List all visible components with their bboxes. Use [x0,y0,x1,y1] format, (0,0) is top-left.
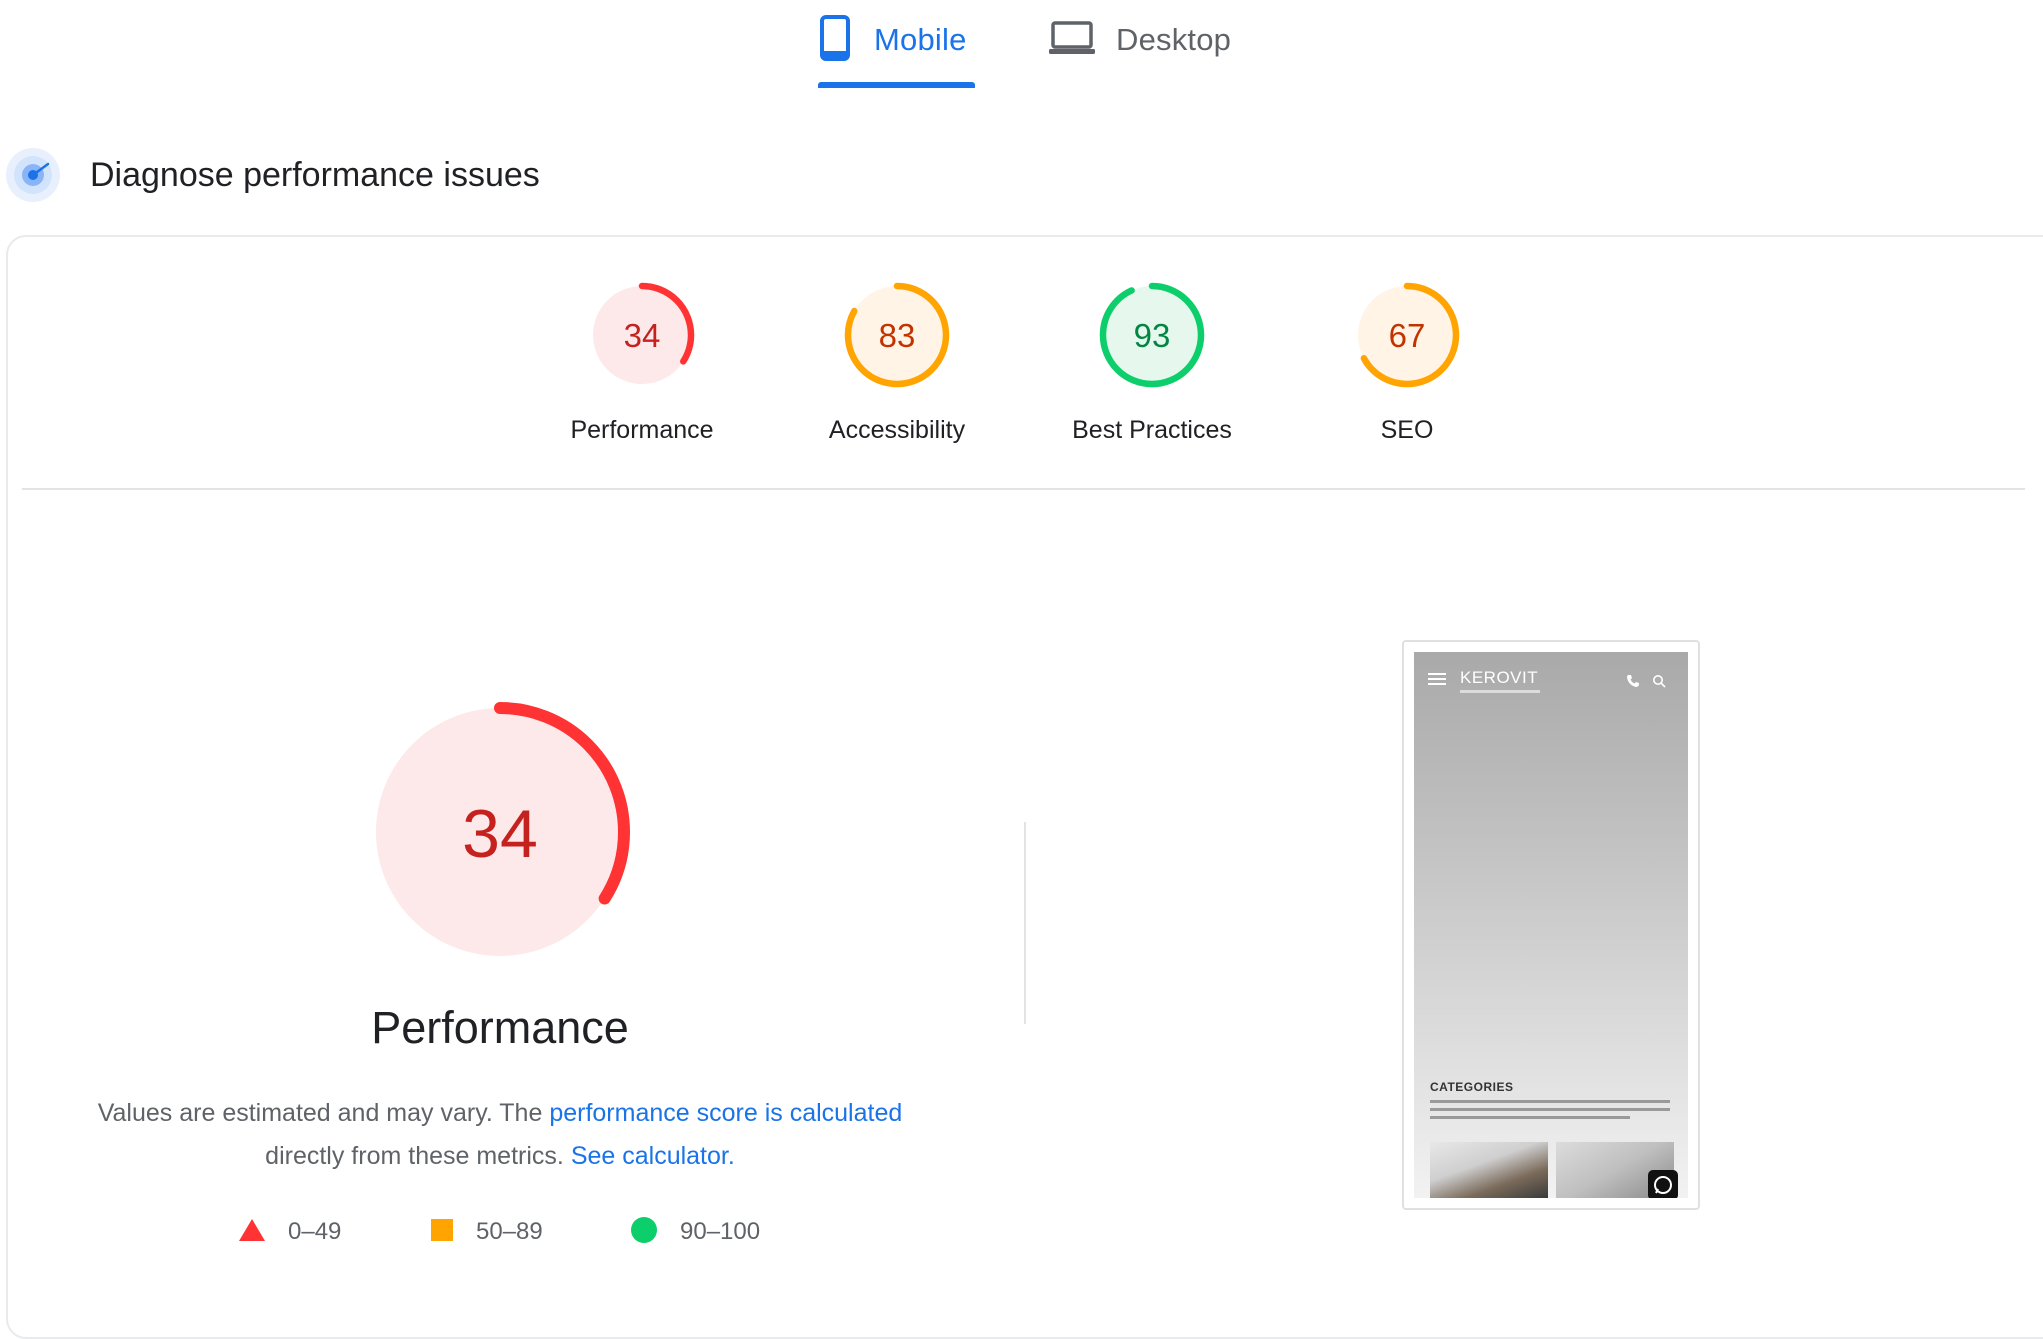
gauge-accessibility-ring: 83 [844,282,950,388]
see-calculator-link[interactable]: See calculator. [571,1142,735,1170]
phone-icon [1626,674,1640,693]
gauge-best-practices-ring: 93 [1099,282,1205,388]
gauge-seo-label: SEO [1380,416,1434,444]
circle-icon [630,1216,658,1249]
screenshot-image: KEROVIT CATEGORIES [1414,652,1688,1198]
whatsapp-icon [1648,1170,1678,1198]
legend-pass-range: 90–100 [680,1218,761,1245]
gauge-performance-ring: 34 [589,282,695,388]
gauge-best-practices-label: Best Practices [1072,416,1232,444]
legend-fail-range: 0–49 [288,1218,342,1245]
score-calculated-link[interactable]: performance score is calculated [549,1099,902,1127]
triangle-icon [238,1217,266,1248]
gauge-performance[interactable]: 34 Performance [532,280,752,445]
tab-desktop[interactable]: Desktop [1048,12,1231,68]
gauge-accessibility-score: 83 [879,317,916,354]
legend-average-range: 50–89 [476,1218,543,1245]
legend-pass: 90–100 [630,1212,760,1252]
performance-title: Performance [371,1002,629,1053]
screenshot-text-line [1430,1100,1670,1103]
screenshot-tagline [1460,690,1540,693]
gauge-accessibility-label: Accessibility [828,416,966,444]
card-divider [22,488,2025,490]
tab-mobile[interactable]: Mobile [820,12,967,68]
screenshot-text-line [1430,1116,1630,1119]
gauge-seo[interactable]: 67 SEO [1297,280,1517,445]
device-tabs: Mobile Desktop [0,0,2043,92]
screenshot-product-image [1430,1142,1548,1198]
desc-text-1: Values are estimated and may vary. The [97,1099,550,1127]
laptop-icon [1048,20,1096,61]
gauge-accessibility[interactable]: 83 Accessibility [787,280,1007,445]
performance-description: Values are estimated and may vary. The p… [60,1092,940,1178]
active-tab-indicator [818,82,975,88]
performance-main-score: 34 [462,796,538,872]
smartphone-icon [820,14,850,66]
gauge-best-practices-score: 93 [1134,317,1171,354]
legend-average: 50–89 [430,1212,543,1252]
desc-text-2: directly from these metrics. [265,1142,571,1170]
performance-main-gauge: 34 [360,692,640,972]
screenshot-text-line [1430,1108,1670,1111]
diagnose-icon [4,146,62,209]
gauge-seo-ring: 67 [1354,282,1460,388]
gauge-seo-score: 67 [1389,317,1426,354]
hamburger-menu-icon [1428,672,1446,691]
section-title: Diagnose performance issues [90,156,540,194]
screenshot-brand: KEROVIT [1460,668,1539,687]
gauge-performance-score: 34 [624,317,661,354]
legend-fail: 0–49 [238,1212,341,1252]
square-icon [430,1218,454,1247]
gauge-best-practices[interactable]: 93 Best Practices [1042,280,1262,445]
page-screenshot[interactable]: KEROVIT CATEGORIES [1402,640,1700,1210]
gauge-performance-label: Performance [570,416,714,444]
tab-mobile-label: Mobile [874,22,967,57]
screenshot-categories-heading: CATEGORIES [1430,1080,1514,1094]
vertical-divider [1024,822,1026,1024]
search-icon [1652,674,1666,693]
tab-desktop-label: Desktop [1116,22,1232,57]
